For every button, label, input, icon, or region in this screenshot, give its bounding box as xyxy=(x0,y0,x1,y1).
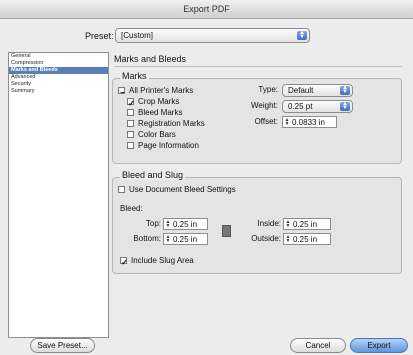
checkbox-icon xyxy=(127,109,134,117)
all-printers-marks-label: All Printer's Marks xyxy=(129,86,194,95)
stepper-icon[interactable]: ▲ ▼ xyxy=(285,220,291,229)
checkmark-icon: ✓ xyxy=(120,257,128,268)
title-bar: Export PDF xyxy=(0,0,413,19)
section-title: Marks and Bleeds xyxy=(114,54,187,64)
top-field[interactable]: ▲ ▼ 0.25 in xyxy=(163,218,208,230)
outside-label: Outside: xyxy=(251,234,281,243)
cancel-button[interactable]: Cancel xyxy=(290,338,346,353)
page-information-checkbox[interactable]: Page Information xyxy=(127,141,199,151)
checkbox-icon xyxy=(127,142,134,150)
marks-group-title: Marks xyxy=(120,71,149,81)
stepper-icon[interactable]: ▲ ▼ xyxy=(284,118,290,127)
top-value: 0.25 in xyxy=(173,220,198,229)
bottom-value: 0.25 in xyxy=(173,235,198,244)
popup-arrows-icon: ▲ ▼ xyxy=(340,85,350,95)
checkbox-icon xyxy=(127,120,134,128)
type-select[interactable]: Default ▲ ▼ xyxy=(282,84,353,97)
outside-value: 0.25 in xyxy=(293,235,318,244)
registration-marks-checkbox[interactable]: Registration Marks xyxy=(127,119,205,129)
weight-label: Weight: xyxy=(251,101,278,110)
crop-marks-label: Crop Marks xyxy=(138,97,180,106)
popup-arrows-icon: ▲ ▼ xyxy=(297,30,307,40)
bleed-label: Bleed: xyxy=(120,204,143,213)
save-preset-button[interactable]: Save Preset... xyxy=(30,338,95,353)
mixed-checkbox-icon: – xyxy=(118,87,125,97)
inside-value: 0.25 in xyxy=(293,220,318,229)
sidebar-item-security[interactable]: Security xyxy=(9,81,108,88)
weight-value: 0.25 pt xyxy=(288,102,313,111)
window-title: Export PDF xyxy=(183,4,230,14)
bottom-label: Bottom: xyxy=(133,234,161,243)
use-document-bleed-label: Use Document Bleed Settings xyxy=(129,185,236,194)
checkbox-icon xyxy=(118,186,125,194)
weight-select[interactable]: 0.25 pt ▲ ▼ xyxy=(282,100,353,113)
offset-value: 0.0833 in xyxy=(292,118,325,127)
inside-label: Inside: xyxy=(257,219,281,228)
checkbox-icon xyxy=(127,131,134,139)
sidebar-item-advanced[interactable]: Advanced xyxy=(9,74,108,81)
preset-select[interactable]: [Custom] ▲ ▼ xyxy=(115,28,310,43)
sidebar-item-summary[interactable]: Summary xyxy=(9,88,108,95)
bleed-marks-checkbox[interactable]: Bleed Marks xyxy=(127,108,182,118)
stepper-icon[interactable]: ▲ ▼ xyxy=(285,235,291,244)
sidebar-item-compression[interactable]: Compression xyxy=(9,60,108,67)
include-slug-checkbox[interactable]: ✓ Include Slug Area xyxy=(120,256,194,268)
preset-label: Preset: xyxy=(85,31,114,41)
bottom-field[interactable]: ▲ ▼ 0.25 in xyxy=(163,233,208,245)
export-button[interactable]: Export xyxy=(350,338,408,353)
offset-label: Offset: xyxy=(254,117,278,126)
section-divider xyxy=(114,66,402,67)
type-label: Type: xyxy=(258,85,278,94)
stepper-icon[interactable]: ▲ ▼ xyxy=(165,220,171,229)
sidebar-item-general[interactable]: General xyxy=(9,53,108,60)
registration-marks-label: Registration Marks xyxy=(138,119,205,128)
all-printers-marks-checkbox[interactable]: – All Printer's Marks xyxy=(118,86,194,97)
sidebar: General Compression Marks and Bleeds Adv… xyxy=(8,52,109,338)
sidebar-item-marks-and-bleeds[interactable]: Marks and Bleeds xyxy=(9,67,108,74)
popup-arrows-icon: ▲ ▼ xyxy=(340,101,350,111)
chain-link-icon[interactable] xyxy=(222,225,231,237)
preset-value: [Custom] xyxy=(121,31,154,40)
bleed-slug-group-title: Bleed and Slug xyxy=(120,170,186,180)
include-slug-label: Include Slug Area xyxy=(131,256,194,265)
offset-field[interactable]: ▲ ▼ 0.0833 in xyxy=(282,116,337,128)
page-information-label: Page Information xyxy=(138,141,199,150)
color-bars-label: Color Bars xyxy=(138,130,176,139)
crop-marks-checkbox[interactable]: ✓ Crop Marks xyxy=(127,97,180,109)
top-label: Top: xyxy=(145,219,161,228)
color-bars-checkbox[interactable]: Color Bars xyxy=(127,130,176,140)
bleed-marks-label: Bleed Marks xyxy=(138,108,183,117)
inside-field[interactable]: ▲ ▼ 0.25 in xyxy=(283,218,331,230)
use-document-bleed-checkbox[interactable]: Use Document Bleed Settings xyxy=(118,185,236,195)
outside-field[interactable]: ▲ ▼ 0.25 in xyxy=(283,233,331,245)
type-value: Default xyxy=(288,86,314,95)
stepper-icon[interactable]: ▲ ▼ xyxy=(165,235,171,244)
checkmark-icon: ✓ xyxy=(127,98,135,109)
